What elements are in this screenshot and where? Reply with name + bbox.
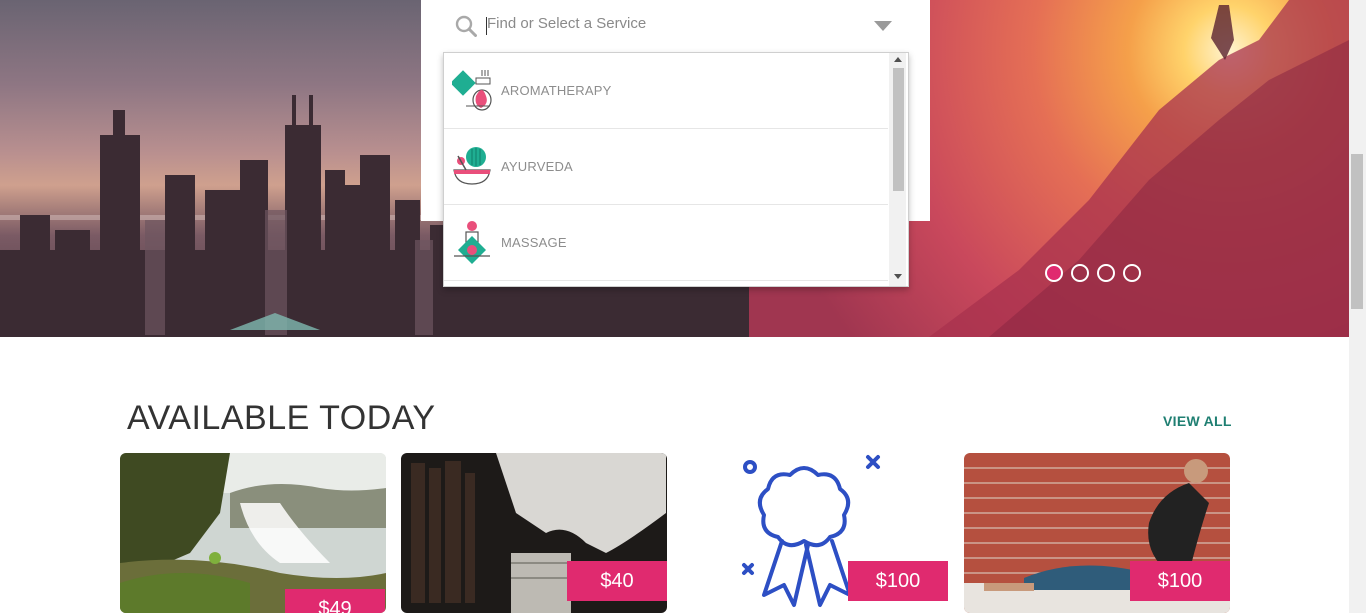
chevron-down-icon[interactable] (874, 21, 892, 31)
massage-icon (454, 221, 490, 264)
search-icon (455, 15, 477, 37)
carousel-dot-1[interactable] (1045, 264, 1063, 282)
carousel-dot-4[interactable] (1123, 264, 1141, 282)
scroll-down-arrow-icon[interactable] (894, 274, 902, 279)
deal-card-2[interactable]: $40 (401, 453, 667, 613)
carousel-dot-2[interactable] (1071, 264, 1089, 282)
list-item-aromatherapy[interactable]: AROMATHERAPY (444, 53, 888, 129)
price-badge: $100 (1130, 561, 1230, 601)
service-search-input[interactable] (487, 15, 867, 32)
view-all-link[interactable]: VIEW ALL (1163, 413, 1232, 429)
option-label: MASSAGE (501, 235, 567, 250)
deal-card-1[interactable]: $49 (120, 453, 386, 613)
service-dropdown-list: AROMATHERAPY AYURVEDA MASSAGE (443, 52, 909, 287)
aromatherapy-icon (452, 70, 492, 111)
deal-card-3[interactable]: $100 (682, 453, 948, 613)
deal-card-4[interactable]: $100 (964, 453, 1230, 613)
ayurveda-icon (453, 147, 491, 185)
dropdown-scroll-thumb[interactable] (893, 68, 904, 191)
section-title: AVAILABLE TODAY (127, 399, 436, 437)
carousel-dot-3[interactable] (1097, 264, 1115, 282)
option-label: AYURVEDA (501, 159, 573, 174)
scroll-up-arrow-icon[interactable] (894, 57, 902, 62)
price-badge: $40 (567, 561, 667, 601)
page-scroll-thumb[interactable] (1351, 154, 1363, 309)
list-item-ayurveda[interactable]: AYURVEDA (444, 129, 888, 205)
list-item-massage[interactable]: MASSAGE (444, 205, 888, 281)
price-badge: $100 (848, 561, 948, 601)
price-badge: $49 (285, 589, 385, 613)
option-label: AROMATHERAPY (501, 83, 612, 98)
